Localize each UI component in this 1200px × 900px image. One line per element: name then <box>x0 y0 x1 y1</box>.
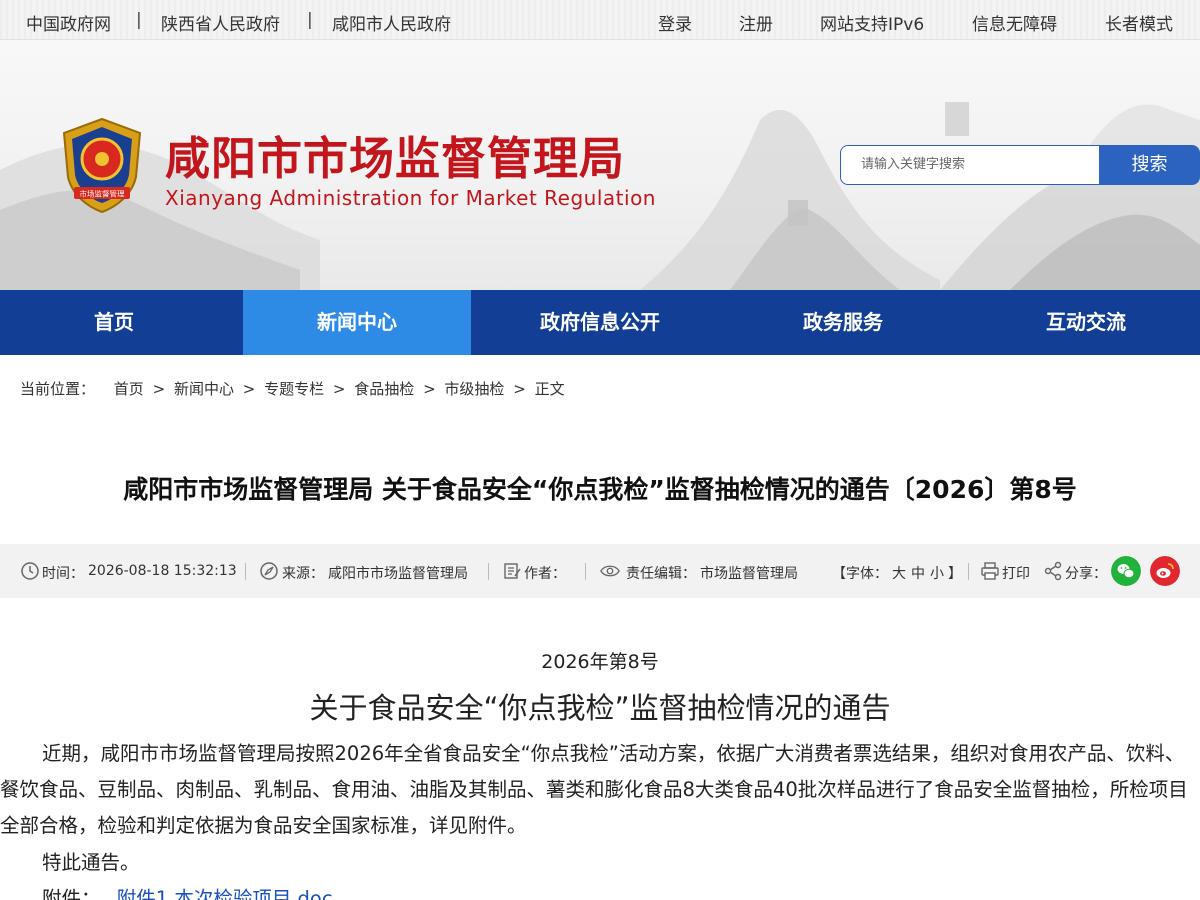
nav-item-services[interactable]: 政务服务 <box>729 290 957 355</box>
breadcrumb-item[interactable]: 食品抽检 <box>354 380 414 398</box>
breadcrumb-sep: > <box>423 380 436 398</box>
breadcrumb-item[interactable]: 专题专栏 <box>264 380 324 398</box>
weibo-icon[interactable] <box>1150 556 1180 586</box>
breadcrumb-sep: > <box>242 380 256 398</box>
source-label: 来源： <box>282 566 324 582</box>
font-size-open: 【字体： <box>832 566 888 582</box>
time-label: 时间： <box>42 566 84 582</box>
share-icon <box>1044 561 1062 581</box>
breadcrumb-sep: > <box>513 380 526 398</box>
nav-item-news[interactable]: 新闻中心 <box>243 290 471 355</box>
accessibility-link[interactable]: 信息无障碍 <box>972 10 1057 35</box>
eye-icon <box>600 565 620 577</box>
site-subtitle: Xianyang Administration for Market Regul… <box>165 186 656 210</box>
top-links-bar: 中国政府网 | 陕西省人民政府 | 咸阳市人民政府 登录 注册 网站支持IPv6… <box>0 0 1200 40</box>
search-input[interactable]: 请输入关键字搜索 <box>840 145 1100 185</box>
font-small-button[interactable]: 小 <box>930 563 944 583</box>
clock-icon <box>21 562 39 580</box>
login-link[interactable]: 登录 <box>658 10 692 35</box>
link-gov-cn[interactable]: 中国政府网 <box>26 10 111 35</box>
article-title: 咸阳市市场监督管理局 关于食品安全“你点我检”监督抽检情况的通告〔2026〕第8… <box>123 475 1077 504</box>
wechat-icon[interactable] <box>1111 556 1141 586</box>
attachment-label: 附件： <box>42 887 101 900</box>
elder-mode-link[interactable]: 长者模式 <box>1105 10 1173 35</box>
emblem-text: 市场监督管理 <box>80 189 125 199</box>
source-value: 咸阳市市场监督管理局 <box>328 566 468 582</box>
font-large-button[interactable]: 大 <box>892 563 906 583</box>
author-icon <box>504 563 521 579</box>
source-icon <box>260 562 278 580</box>
font-medium-button[interactable]: 中 <box>911 563 925 583</box>
nav-item-gov-info[interactable]: 政府信息公开 <box>471 290 729 355</box>
market-regulation-emblem: 市场监督管理 <box>62 117 142 214</box>
breadcrumb-item[interactable]: 首页 <box>114 380 144 398</box>
closing-line: 特此通告。 <box>42 851 140 874</box>
document-number: 2026年第8号 <box>541 651 659 673</box>
share-label: 分享： <box>1065 566 1107 582</box>
time-value: 2026-08-18 15:32:13 <box>88 563 237 579</box>
editor-label: 责任编辑： <box>626 566 696 582</box>
divider <box>488 563 489 580</box>
breadcrumb-sep: > <box>152 380 166 398</box>
print-icon[interactable] <box>980 561 1000 581</box>
attachment-link[interactable]: 附件1.本次检验项目.doc <box>117 887 333 900</box>
breadcrumb-item[interactable]: 新闻中心 <box>174 380 234 398</box>
editor-value: 市场监督管理局 <box>700 566 798 582</box>
divider <box>968 563 969 580</box>
nav-item-interaction[interactable]: 互动交流 <box>972 290 1200 355</box>
main-nav: 首页 新闻中心 政府信息公开 政务服务 互动交流 <box>0 290 1200 355</box>
divider <box>585 563 586 580</box>
site-title: 咸阳市市场监督管理局 <box>165 132 626 185</box>
breadcrumb: 当前位置： 首页 > 新闻中心 > 专题专栏 > 食品抽检 > 市级抽检 > 正… <box>20 378 569 399</box>
breadcrumb-prefix: 当前位置： <box>20 380 96 398</box>
divider <box>245 563 246 580</box>
article-meta-bar: 时间： 2026-08-18 15:32:13 来源： 咸阳市市场监督管理局 作… <box>0 544 1200 598</box>
font-size-close: 】 <box>948 566 962 582</box>
link-xianyang-gov[interactable]: 咸阳市人民政府 <box>332 10 451 35</box>
header-banner: 市场监督管理 咸阳市市场监督管理局 Xianyang Administratio… <box>0 40 1200 290</box>
author-label: 作者： <box>524 566 566 582</box>
document-title: 关于食品安全“你点我检”监督抽检情况的通告 <box>309 691 891 725</box>
breadcrumb-item-current: 正文 <box>534 380 565 398</box>
attachment-row: 附件： 附件1.本次检验项目.doc <box>42 882 333 900</box>
article-paragraph: 近期，咸阳市市场监督管理局按照2026年全省食品安全“你点我检”活动方案，依据广… <box>0 742 1188 837</box>
print-button[interactable]: 打印 <box>1002 563 1030 583</box>
nav-item-home[interactable]: 首页 <box>0 290 228 355</box>
separator: | <box>136 10 142 30</box>
breadcrumb-sep: > <box>332 380 346 398</box>
link-shaanxi-gov[interactable]: 陕西省人民政府 <box>161 10 280 35</box>
ipv6-link[interactable]: 网站支持IPv6 <box>820 10 924 35</box>
breadcrumb-item[interactable]: 市级抽检 <box>444 380 504 398</box>
separator: | <box>307 10 313 30</box>
register-link[interactable]: 注册 <box>739 10 773 35</box>
search-button[interactable]: 搜索 <box>1099 145 1200 185</box>
